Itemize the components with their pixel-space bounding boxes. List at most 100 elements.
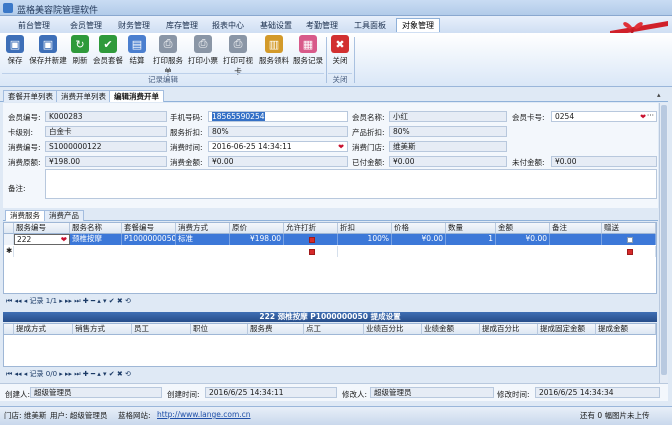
print-card-button[interactable]: ⎙ 打印可视卡 (220, 35, 256, 77)
consume-form: 会员编号: K000283 手机号码: 18565590254 会员名称: 小红… (3, 103, 658, 208)
col-header[interactable]: 职位 (191, 324, 248, 335)
menu-tab-front[interactable]: 前台管理 (14, 18, 54, 32)
menu-tab-objects[interactable]: 对象管理 (396, 18, 440, 32)
col-header[interactable]: 消费方式 (176, 223, 230, 234)
vertical-scrollbar[interactable] (659, 103, 668, 383)
grid-navigator[interactable]: ⏮ ◂◂ ◂ 记录 1/1 ▸ ▸▸ ⏭ ✚ ━ ▴ ▾ ✔ ✖ ⟲ (6, 296, 131, 307)
unpaid-field: ¥0.00 (551, 156, 657, 167)
col-header[interactable]: 套餐编号 (122, 223, 176, 234)
service-grid: 服务编号 服务名称 套餐编号 消费方式 原价 允许打折 折扣 价格 数量 金额 … (3, 222, 657, 294)
checkout-button[interactable]: ▤ 结算 (126, 35, 148, 66)
menu-tab-members[interactable]: 会员管理 (64, 18, 108, 32)
card-icon: ▤ (128, 35, 146, 53)
commission-navigator[interactable]: ⏮ ◂◂ ◂ 记录 0/0 ▸ ▸▸ ⏭ ✚ ━ ▴ ▾ ✔ ✖ ⟲ (6, 369, 131, 380)
refresh-icon: ↻ (71, 35, 89, 53)
close-icon: ✖ (331, 35, 349, 53)
remark-textarea[interactable] (45, 169, 657, 199)
tab-consume-service[interactable]: 消费服务 (5, 210, 45, 221)
card-no-input[interactable]: 0254 ❤ ··· (551, 111, 657, 122)
heart-icon[interactable]: ❤ (640, 112, 646, 121)
more-icon[interactable]: ··· (647, 112, 654, 121)
amount-field: ¥0.00 (208, 156, 348, 167)
ribbon-toolbar: ▣ 保存 ▣ 保存并新建 ↻ 刷新 ✔ 会员套餐 ▤ 结算 ⎙ 打印服务单 ⎙ … (0, 33, 672, 87)
tab-consume-product[interactable]: 消费产品 (44, 210, 84, 221)
allow-discount-checkbox[interactable] (284, 246, 338, 257)
close-button[interactable]: ✖ 关闭 (329, 35, 351, 66)
checkmark-icon: ✔ (99, 35, 117, 53)
col-header[interactable]: 价格 (392, 223, 446, 234)
menu-tab-stock[interactable]: 库存管理 (160, 18, 204, 32)
col-header[interactable]: 员工 (132, 324, 191, 335)
consume-time-value: 2016-06-25 14:34:11 (212, 142, 292, 151)
col-header[interactable]: 备注 (550, 223, 602, 234)
tab-package-list[interactable]: 套餐开单列表 (3, 90, 58, 102)
product-discount-label: 产品折扣: (352, 128, 385, 137)
member-package-button[interactable]: ✔ 会员套餐 (92, 35, 124, 66)
print-receipt-label: 打印小票 (188, 56, 218, 65)
col-header[interactable]: 提成百分比 (480, 324, 538, 335)
consume-time-picker[interactable]: 2016-06-25 14:34:11 ❤ (208, 141, 348, 152)
creator-label: 创建人: (5, 390, 31, 399)
col-header[interactable]: 业绩金额 (422, 324, 480, 335)
print-receipt-button[interactable]: ⎙ 打印小票 (188, 35, 218, 66)
col-header[interactable]: 金额 (496, 223, 550, 234)
col-header[interactable]: 赠送 (602, 223, 656, 234)
menu-tab-attendance[interactable]: 考勤管理 (300, 18, 344, 32)
col-header[interactable]: 折扣 (338, 223, 392, 234)
ribbon-group-edit: 记录编辑 (2, 73, 324, 85)
menu-tab-finance[interactable]: 财务管理 (112, 18, 156, 32)
col-header[interactable]: 原价 (230, 223, 284, 234)
gift-checkbox[interactable] (602, 246, 656, 257)
save-button[interactable]: ▣ 保存 (4, 35, 26, 66)
member-name-field: 小红 (389, 111, 507, 122)
phone-input[interactable]: 18565590254 (208, 111, 348, 122)
col-header[interactable]: 业绩百分比 (364, 324, 422, 335)
ribbon-group-close: 关闭 (328, 73, 352, 85)
allow-discount-checkbox[interactable] (284, 234, 338, 245)
unpaid-label: 未付金额: (512, 158, 545, 167)
col-header[interactable]: 提成金额 (596, 324, 656, 335)
col-header[interactable]: 服务编号 (14, 223, 70, 234)
service-name-cell: 颈椎按摩 (70, 234, 122, 245)
service-no-cell[interactable]: 222 ❤ (14, 234, 70, 245)
site-link[interactable]: http://www.lange.com.cn (157, 410, 251, 419)
ribbon-separator (326, 37, 327, 83)
menu-tab-reports[interactable]: 报表中心 (206, 18, 250, 32)
checkout-label: 结算 (129, 56, 145, 65)
grid-corner (4, 324, 14, 335)
collapse-arrow-icon[interactable]: ▴ (657, 91, 661, 99)
amount-label: 消费金额: (170, 158, 203, 167)
service-material-button[interactable]: ▥ 服务领料 (258, 35, 290, 66)
save-new-button[interactable]: ▣ 保存并新建 (28, 35, 68, 66)
print-service-button[interactable]: ⎙ 打印服务单 (150, 35, 186, 77)
col-header[interactable]: 服务费 (248, 324, 304, 335)
printer-icon: ⎙ (159, 35, 177, 53)
scroll-thumb[interactable] (661, 105, 667, 375)
discount-cell: 100% (338, 234, 392, 245)
col-header[interactable]: 点工 (304, 324, 364, 335)
col-header[interactable]: 服务名称 (70, 223, 122, 234)
service-record-button[interactable]: ▦ 服务记录 (292, 35, 324, 66)
col-header[interactable]: 提成方式 (14, 324, 73, 335)
refresh-button[interactable]: ↻ 刷新 (70, 35, 90, 66)
heart-icon[interactable]: ❤ (61, 235, 67, 244)
service-discount-field: 80% (208, 126, 348, 137)
gift-checkbox[interactable] (602, 234, 656, 245)
table-row-selected[interactable]: 颈椎按摩 P1000000050 标准 ¥198.00 100% ¥0.00 1… (70, 234, 656, 245)
heart-icon[interactable]: ❤ (338, 142, 344, 151)
menu-tab-settings[interactable]: 基础设置 (254, 18, 298, 32)
tab-consume-list[interactable]: 消费开单列表 (56, 90, 111, 102)
menu-tab-tools[interactable]: 工具面板 (348, 18, 392, 32)
modify-time-field: 2016/6/25 14:34:34 (535, 387, 660, 398)
original-label: 消费原额: (8, 158, 41, 167)
paid-field: ¥0.00 (389, 156, 507, 167)
col-header[interactable]: 数量 (446, 223, 496, 234)
method-cell: 标准 (176, 234, 230, 245)
card-no-value: 0254 (555, 112, 575, 121)
col-header[interactable]: 提成固定金额 (538, 324, 596, 335)
status-upload: 还有 0 幅图片未上传 (580, 411, 650, 420)
tab-edit-consume[interactable]: 编辑消费开单 (109, 90, 164, 102)
remark-cell (550, 234, 602, 245)
col-header[interactable]: 允许打折 (284, 223, 338, 234)
col-header[interactable]: 销售方式 (73, 324, 132, 335)
